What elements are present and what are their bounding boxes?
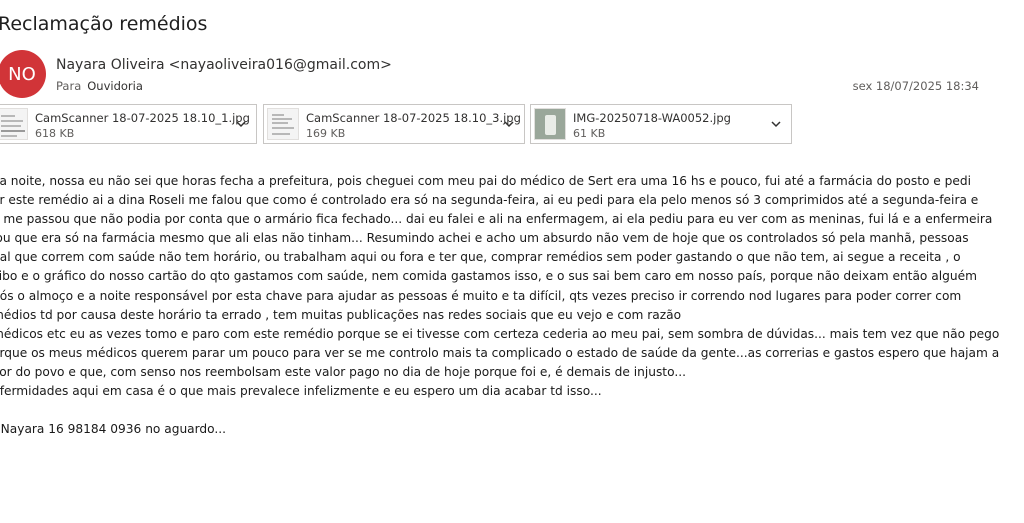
- recipient-name[interactable]: Ouvidoria: [87, 79, 143, 93]
- attachment-card-2[interactable]: CamScanner 18-07-2025 18.10_3.jpg 169 KB: [263, 104, 525, 144]
- chevron-down-icon[interactable]: [769, 117, 783, 131]
- body-line: oa noite, nossa eu não sei que horas fec…: [0, 174, 972, 188]
- sender-name[interactable]: Nayara Oliveira: [56, 57, 165, 73]
- attachment-name: CamScanner 18-07-2025 18.10_1.jpg: [35, 111, 250, 125]
- to-label: Para: [56, 79, 82, 93]
- recipient-line: Para Ouvidoria: [56, 79, 143, 93]
- attachment-card-3[interactable]: IMG-20250718-WA0052.jpg 61 KB: [530, 104, 792, 144]
- chevron-down-icon[interactable]: [502, 117, 516, 131]
- sender-avatar[interactable]: NO: [0, 50, 46, 98]
- received-date: sex 18/07/2025 18:34: [852, 79, 979, 93]
- body-line: nfermidades aqui em casa é o que mais pr…: [0, 384, 602, 399]
- sender-line: Nayara Oliveira <nayaoliveira016@gmail.co…: [56, 57, 392, 73]
- body-line: médios td por causa deste horário ta err…: [0, 307, 682, 322]
- email-subject: Reclamação remédios: [0, 13, 208, 35]
- body-line: ual que correm com saúde não tem horário…: [0, 250, 961, 265]
- sender-email[interactable]: <nayaoliveira016@gmail.com>: [169, 57, 392, 73]
- body-line: or este remédio ai a dina Roseli me falo…: [0, 193, 979, 208]
- attachment-size: 61 KB: [573, 127, 606, 140]
- body-line: a me passou que não podia por conta que …: [0, 212, 993, 227]
- document-thumbnail-icon: [0, 108, 28, 140]
- message-body: oa noite, nossa eu não sei que horas fec…: [0, 172, 1024, 439]
- chevron-down-icon[interactable]: [234, 117, 248, 131]
- body-line: orque os meus médicos querem parar um po…: [0, 345, 1000, 360]
- body-line: médicos etc eu as vezes tomo e paro com …: [0, 326, 1000, 341]
- attachment-size: 169 KB: [306, 127, 346, 140]
- attachment-size: 618 KB: [35, 127, 75, 140]
- document-thumbnail-icon: [267, 108, 299, 140]
- attachment-name: CamScanner 18-07-2025 18.10_3.jpg: [306, 111, 521, 125]
- body-line: vor do povo e que, com senso nos reembol…: [0, 364, 686, 379]
- photo-thumbnail-icon: [534, 108, 566, 140]
- attachment-name: IMG-20250718-WA0052.jpg: [573, 111, 731, 125]
- body-line: lou que era só na farmácia mesmo que ali…: [0, 231, 969, 246]
- signature-line: t Nayara 16 98184 0936 no aguardo...: [0, 422, 227, 437]
- attachment-card-1[interactable]: CamScanner 18-07-2025 18.10_1.jpg 618 KB: [0, 104, 257, 144]
- body-line: pós o almoço e a noite responsável por e…: [0, 288, 962, 303]
- body-line: cibo e o gráfico do nosso cartão do qto …: [0, 269, 977, 284]
